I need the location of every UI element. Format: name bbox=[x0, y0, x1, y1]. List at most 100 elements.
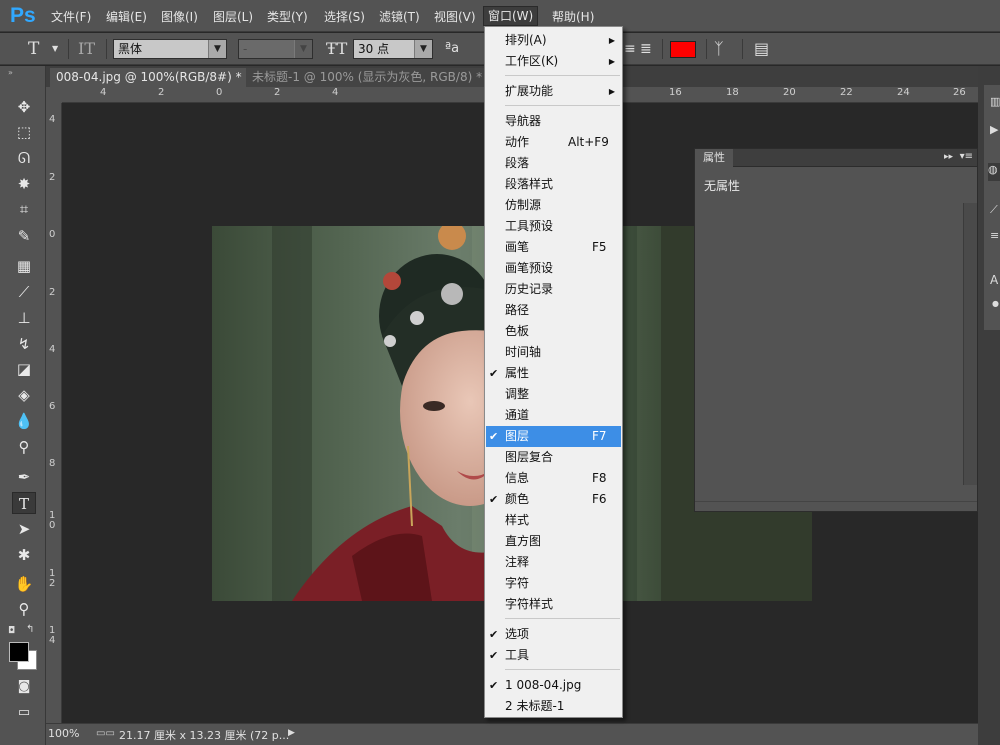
menu-help[interactable]: 帮助(H) bbox=[552, 8, 594, 26]
window-menu-item[interactable]: 历史记录 bbox=[486, 279, 621, 300]
healing-brush-tool-icon[interactable]: ▦ bbox=[12, 255, 36, 277]
actions-panel-icon[interactable]: ▶ bbox=[990, 123, 998, 136]
window-menu-item[interactable]: 信息 F8 bbox=[486, 468, 621, 489]
tab-properties[interactable]: 属性 bbox=[695, 149, 733, 167]
window-menu-item[interactable]: ✔ 图层 F7 bbox=[486, 426, 621, 447]
clone-stamp-tool-icon[interactable]: ⊥ bbox=[12, 307, 36, 329]
eraser-tool-icon[interactable]: ◪ bbox=[12, 358, 36, 380]
window-menu-item[interactable]: ✔ 属性 bbox=[486, 363, 621, 384]
zoom-tool-icon[interactable]: ⚲ bbox=[12, 598, 36, 620]
vertical-ruler[interactable]: 4 2 0 2 4 6 8 1 0 1 2 1 4 bbox=[46, 103, 62, 723]
eyedropper-tool-icon[interactable]: ✎ bbox=[12, 225, 36, 247]
ruler-tick-label: 20 bbox=[783, 87, 796, 98]
type-tool-icon[interactable]: T bbox=[12, 492, 36, 514]
warp-text-icon[interactable]: ᛉ bbox=[714, 40, 724, 58]
history-panel-icon[interactable]: ▥ bbox=[990, 95, 1000, 108]
menu-file[interactable]: 文件(F) bbox=[51, 8, 91, 26]
panel-menu-icon[interactable]: ▾≡ bbox=[960, 151, 973, 162]
window-menu-item[interactable]: 字符 bbox=[486, 573, 621, 594]
character-panel-toggle-icon[interactable]: ▤ bbox=[754, 40, 769, 58]
adjustments-panel-icon[interactable]: ≡ bbox=[990, 229, 999, 242]
menu-select[interactable]: 选择(S) bbox=[324, 8, 365, 26]
tab-document-untitled-1[interactable]: 未标题-1 @ 100% (显示为灰色, RGB/8) * × bbox=[246, 68, 508, 87]
foreground-color-swatch[interactable] bbox=[9, 642, 29, 662]
window-menu-item[interactable]: 导航器 bbox=[486, 111, 621, 132]
window-menu-item[interactable]: ✔ 颜色 F6 bbox=[486, 489, 621, 510]
window-menu-item[interactable]: 图层复合 bbox=[486, 447, 621, 468]
font-style-chevron-down-icon[interactable]: ▼ bbox=[294, 40, 312, 58]
anti-alias-icon[interactable]: ªa bbox=[445, 40, 459, 58]
window-menu-item[interactable]: 排列(A) ▶ bbox=[486, 30, 621, 51]
window-menu-item[interactable]: 仿制源 bbox=[486, 195, 621, 216]
menu-filter[interactable]: 滤镜(T) bbox=[379, 8, 420, 26]
preset-chevron-down-icon[interactable]: ▼ bbox=[52, 40, 58, 58]
shape-tool-icon[interactable]: ✱ bbox=[12, 544, 36, 566]
status-menu-arrow[interactable]: ▶ bbox=[288, 728, 295, 738]
paragraph-panel-icon[interactable]: ● bbox=[992, 299, 999, 308]
pen-tool-icon[interactable]: ✒ bbox=[12, 466, 36, 488]
path-selection-tool-icon[interactable]: ➤ bbox=[12, 518, 36, 540]
font-family-select[interactable]: 黑体 ▼ bbox=[113, 39, 227, 59]
menu-image[interactable]: 图像(I) bbox=[161, 8, 198, 26]
font-family-chevron-down-icon[interactable]: ▼ bbox=[208, 40, 226, 58]
panel-resize-grip[interactable] bbox=[695, 501, 977, 511]
window-menu-item[interactable]: ✔ 选项 bbox=[486, 624, 621, 645]
paint-bucket-tool-icon[interactable]: ◈ bbox=[12, 384, 36, 406]
history-brush-tool-icon[interactable]: ↯ bbox=[12, 333, 36, 355]
crop-tool-icon[interactable]: ⌗ bbox=[12, 198, 36, 220]
window-menu-item[interactable]: 样式 bbox=[486, 510, 621, 531]
brush-panel-icon[interactable]: ⟋ bbox=[990, 203, 998, 217]
screen-mode-icon[interactable]: ▭ bbox=[12, 702, 36, 724]
font-size-chevron-down-icon[interactable]: ▼ bbox=[414, 40, 432, 58]
blur-tool-icon[interactable]: 💧 bbox=[12, 410, 36, 432]
align-right-icon[interactable]: ≣ bbox=[640, 40, 652, 58]
window-menu-item[interactable]: 直方图 bbox=[486, 531, 621, 552]
font-style-select[interactable]: - ▼ bbox=[238, 39, 313, 59]
default-colors-icon[interactable]: ◘ bbox=[8, 626, 15, 636]
window-menu-item[interactable]: 画笔 F5 bbox=[486, 237, 621, 258]
swap-colors-icon[interactable]: ↰ bbox=[26, 624, 34, 635]
window-menu-item[interactable]: 通道 bbox=[486, 405, 621, 426]
menu-window[interactable]: 窗口(W) bbox=[483, 6, 539, 26]
tab-document-008-04[interactable]: 008-04.jpg @ 100%(RGB/8#) * × bbox=[50, 68, 268, 87]
character-panel-icon[interactable]: A bbox=[990, 273, 998, 287]
quick-mask-icon[interactable]: ◙ bbox=[12, 676, 36, 698]
move-tool-icon[interactable]: ✥ bbox=[12, 96, 36, 118]
window-menu-item[interactable]: 字符样式 bbox=[486, 594, 621, 615]
text-color-swatch[interactable] bbox=[670, 41, 696, 58]
window-menu-item[interactable]: 注释 bbox=[486, 552, 621, 573]
toolbox-collapse-icon[interactable]: » bbox=[8, 68, 13, 77]
brush-tool-icon[interactable]: ⟋ bbox=[12, 281, 36, 303]
align-center-icon[interactable]: ≡ bbox=[624, 40, 636, 58]
window-menu-item[interactable]: ✔ 工具 bbox=[486, 645, 621, 666]
swatches-panel-icon[interactable]: ◍ bbox=[988, 163, 1000, 181]
window-menu-item[interactable]: 色板 bbox=[486, 321, 621, 342]
window-menu-item[interactable]: 段落样式 bbox=[486, 174, 621, 195]
window-menu-item[interactable]: 扩展功能 ▶ bbox=[486, 81, 621, 102]
menu-type[interactable]: 类型(Y) bbox=[267, 8, 308, 26]
window-menu-item[interactable]: 时间轴 bbox=[486, 342, 621, 363]
menu-view[interactable]: 视图(V) bbox=[434, 8, 476, 26]
type-tool-preset-icon[interactable]: T bbox=[28, 40, 39, 58]
menu-edit[interactable]: 编辑(E) bbox=[106, 8, 147, 26]
marquee-tool-icon[interactable]: ⬚ bbox=[12, 121, 36, 143]
text-orientation-icon[interactable]: IT bbox=[78, 40, 95, 58]
font-size-select[interactable]: 30 点 ▼ bbox=[353, 39, 433, 59]
properties-scrollbar[interactable] bbox=[963, 203, 977, 485]
zoom-level[interactable]: 100% bbox=[48, 727, 79, 740]
dodge-tool-icon[interactable]: ⚲ bbox=[12, 436, 36, 458]
window-menu-item[interactable]: 2 未标题-1 bbox=[486, 696, 621, 717]
window-menu-item[interactable]: ✔ 1 008-04.jpg bbox=[486, 675, 621, 696]
menu-layer[interactable]: 图层(L) bbox=[213, 8, 253, 26]
window-menu-item[interactable]: 工作区(K) ▶ bbox=[486, 51, 621, 72]
panel-collapse-icon[interactable]: ▸▸ bbox=[944, 152, 953, 162]
window-menu-item[interactable]: 路径 bbox=[486, 300, 621, 321]
window-menu-item[interactable]: 调整 bbox=[486, 384, 621, 405]
window-menu-item[interactable]: 动作 Alt+F9 bbox=[486, 132, 621, 153]
window-menu-item[interactable]: 工具预设 bbox=[486, 216, 621, 237]
window-menu-item[interactable]: 画笔预设 bbox=[486, 258, 621, 279]
magic-wand-tool-icon[interactable]: ✸ bbox=[12, 173, 36, 195]
window-menu-item[interactable]: 段落 bbox=[486, 153, 621, 174]
hand-tool-icon[interactable]: ✋ bbox=[12, 573, 36, 595]
lasso-tool-icon[interactable]: ᘏ bbox=[12, 147, 36, 169]
